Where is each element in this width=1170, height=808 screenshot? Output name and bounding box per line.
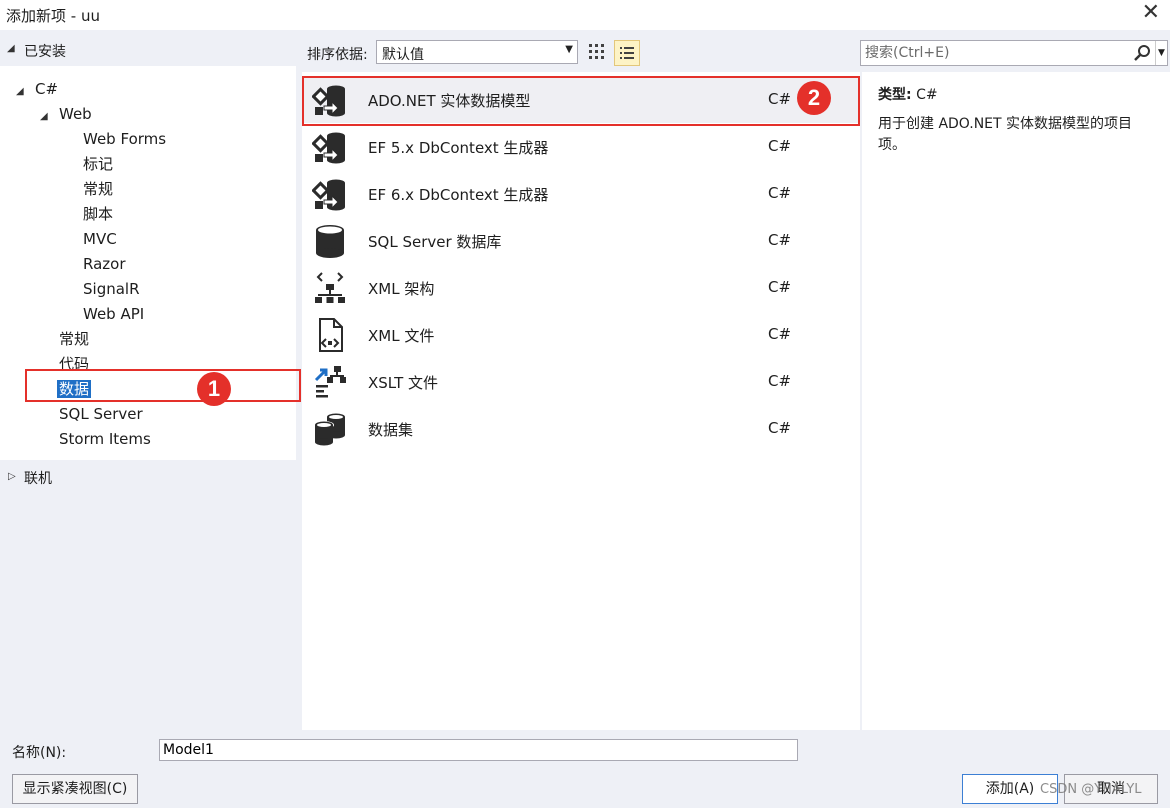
tree-item-csharp[interactable]: C# [35, 78, 58, 100]
database-icon [316, 225, 344, 258]
collapse-triangle-icon[interactable]: ◢ [7, 43, 15, 54]
online-label: 联机 [24, 471, 52, 487]
tree-item-mvc[interactable]: MVC [83, 228, 117, 250]
tree-item-code[interactable]: 代码 [59, 353, 89, 375]
tree-item-web[interactable]: Web [59, 103, 92, 125]
tree-item-data[interactable]: 数据 [57, 378, 92, 400]
tree-item-razor[interactable]: Razor [83, 253, 126, 275]
template-lang: C# [768, 137, 792, 155]
tree-item-general[interactable]: 常规 [59, 328, 89, 350]
xml-schema-icon [315, 272, 345, 303]
expand-triangle-icon[interactable]: ◢ [16, 86, 24, 97]
tree-item-storm-items[interactable]: Storm Items [59, 428, 151, 450]
template-name: XSLT 文件 [368, 374, 439, 392]
template-item-ef5[interactable]: EF 5.x DbContext 生成器 C# [302, 123, 860, 170]
template-lang: C# [768, 278, 792, 296]
list-view-button[interactable] [614, 40, 640, 66]
template-lang: C# [768, 184, 792, 202]
window-title: 添加新项 - uu [6, 7, 100, 25]
sort-select[interactable]: 默认值 ▼ [376, 40, 578, 64]
template-lang: C# [768, 419, 792, 437]
description-text: 用于创建 ADO.NET 实体数据模型的项目项。 [878, 116, 1133, 153]
type-label: 类型: [878, 87, 912, 103]
tree-item-web-general[interactable]: 常规 [83, 178, 113, 200]
template-lang: C# [768, 231, 792, 249]
sort-label: 排序依据: [307, 47, 368, 63]
grid-view-icon [589, 44, 604, 59]
template-item-xml-file[interactable]: XML 文件 C# [302, 311, 860, 358]
dataset-icon [314, 413, 345, 446]
template-name: SQL Server 数据库 [368, 233, 502, 251]
name-input[interactable] [159, 739, 798, 761]
sort-bar: 排序依据: 默认值 ▼ [302, 36, 852, 68]
entity-model-icon [312, 85, 345, 117]
template-item-xml-schema[interactable]: XML 架构 C# [302, 264, 860, 311]
template-name: EF 6.x DbContext 生成器 [368, 186, 549, 204]
tree-item-markup[interactable]: 标记 [83, 153, 113, 175]
sort-value: 默认值 [382, 47, 424, 63]
type-line: 类型: C# [878, 84, 938, 104]
close-icon[interactable]: ✕ [1142, 1, 1160, 25]
annotation-badge-1: 1 [197, 372, 231, 406]
template-item-sql-server-db[interactable]: SQL Server 数据库 C# [302, 217, 860, 264]
template-item-ado-net[interactable]: ADO.NET 实体数据模型 C# [302, 76, 860, 123]
template-name: XML 文件 [368, 327, 435, 345]
tree-item-sql-server[interactable]: SQL Server [59, 403, 143, 425]
tree-item-web-api[interactable]: Web API [83, 303, 144, 325]
entity-model-icon [312, 179, 345, 211]
cancel-button[interactable]: 取消 [1064, 774, 1158, 804]
template-item-xslt-file[interactable]: XSLT 文件 C# [302, 358, 860, 405]
expand-triangle-icon[interactable]: ◢ [40, 111, 48, 122]
template-lang: C# [768, 372, 792, 390]
name-bar: 名称(N): [0, 734, 1170, 766]
name-label: 名称(N): [12, 745, 67, 761]
template-lang: C# [768, 325, 792, 343]
description-panel: 类型: C# 用于创建 ADO.NET 实体数据模型的项目项。 [862, 72, 1170, 730]
template-item-ef6[interactable]: EF 6.x DbContext 生成器 C# [302, 170, 860, 217]
template-list: ADO.NET 实体数据模型 C# EF 5.x DbContext 生成器 C… [302, 72, 860, 730]
expand-triangle-icon[interactable]: ▷ [8, 471, 16, 482]
search-options-chevron-icon[interactable]: ▼ [1155, 41, 1167, 65]
title-bar: 添加新项 - uu ✕ [0, 0, 1170, 30]
type-value: C# [916, 87, 938, 103]
template-name: ADO.NET 实体数据模型 [368, 92, 531, 110]
grid-view-button[interactable] [585, 40, 609, 64]
tree-item-signalr[interactable]: SignalR [83, 278, 140, 300]
template-name: XML 架构 [368, 280, 435, 298]
compact-view-button[interactable]: 显示紧凑视图(C) [12, 774, 138, 804]
list-view-icon [620, 47, 634, 59]
template-name: EF 5.x DbContext 生成器 [368, 139, 549, 157]
annotation-badge-2: 2 [797, 81, 831, 115]
category-tree: ◢ C# ◢ Web Web Forms 标记 常规 脚本 MVC Razor … [0, 66, 296, 460]
template-lang: C# [768, 90, 792, 108]
entity-model-icon [312, 132, 345, 164]
template-item-dataset[interactable]: 数据集 C# [302, 405, 860, 452]
template-name: 数据集 [368, 421, 414, 439]
tree-item-script[interactable]: 脚本 [83, 203, 113, 225]
search-icon[interactable] [1133, 44, 1151, 62]
search-box: ▼ [860, 40, 1168, 66]
add-button[interactable]: 添加(A) [962, 774, 1058, 804]
tree-item-web-forms[interactable]: Web Forms [83, 128, 166, 150]
online-header[interactable]: ▷ 联机 [0, 466, 296, 490]
xslt-file-icon [314, 366, 346, 398]
installed-label: 已安装 [24, 44, 66, 60]
xml-file-icon [319, 318, 343, 352]
search-input[interactable] [865, 44, 1125, 62]
chevron-down-icon: ▼ [565, 44, 573, 55]
installed-header[interactable]: ◢ 已安装 [0, 36, 296, 64]
